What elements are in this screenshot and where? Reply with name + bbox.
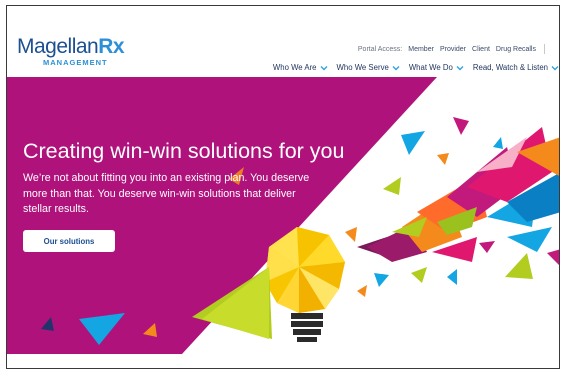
hero-banner: Creating win-win solutions for you We’re…: [7, 77, 559, 354]
chevron-down-icon: [320, 65, 328, 70]
decor-triangle: [357, 285, 367, 297]
decor-shard: [507, 227, 552, 252]
utility-nav: Portal Access: Member Provider Client Dr…: [358, 44, 545, 54]
portal-access-label: Portal Access:: [357, 45, 403, 53]
decor-triangle: [374, 273, 389, 287]
nav-item-label: Read, Watch & Listen: [472, 63, 548, 72]
nav-item-who-we-are[interactable]: Who We Are: [273, 63, 328, 72]
brand-logo[interactable]: MagellanRx MANAGEMENT: [17, 35, 125, 67]
decor-triangle: [479, 241, 495, 253]
decor-triangle: [505, 253, 533, 279]
nav-item-label: What We Do: [408, 63, 453, 72]
nav-item-label: Who We Are: [272, 63, 317, 72]
nav-item-who-we-serve[interactable]: Who We Serve: [337, 63, 400, 72]
nav-item-label: Who We Serve: [336, 63, 389, 72]
nav-item-what-we-do[interactable]: What We Do: [409, 63, 464, 72]
portal-link-member[interactable]: Member: [408, 46, 434, 53]
main-nav: Who We Are Who We Serve What We Do Read,…: [273, 63, 559, 72]
decor-triangle: [411, 267, 427, 283]
lightbulb-icon: [265, 227, 345, 342]
browser-viewport: MagellanRx MANAGEMENT Portal Access: Mem…: [6, 5, 560, 369]
hero-body-text: We’re not about fitting you into an exis…: [23, 172, 310, 215]
our-solutions-button[interactable]: Our solutions: [23, 230, 115, 252]
brand-name-magellan: Magellan: [17, 35, 99, 58]
decor-triangle: [383, 177, 401, 195]
portal-link-provider[interactable]: Provider: [440, 46, 466, 53]
brand-tagline: MANAGEMENT: [43, 58, 108, 67]
decor-triangle: [437, 153, 449, 165]
portal-link-client[interactable]: Client: [472, 46, 490, 53]
decor-triangle: [547, 249, 559, 265]
chevron-down-icon: [456, 65, 464, 70]
chevron-down-icon: [392, 65, 400, 70]
decor-triangle: [401, 131, 425, 155]
nav-item-read-watch-listen[interactable]: Read, Watch & Listen: [473, 63, 559, 72]
chevron-down-icon: [551, 65, 559, 70]
hero-headline: Creating win-win solutions for you: [23, 139, 345, 163]
utility-divider: [544, 44, 545, 54]
brand-name-rx: Rx: [98, 35, 125, 58]
decor-triangle: [447, 269, 457, 285]
decor-triangle: [453, 117, 469, 135]
decor-triangle: [493, 137, 503, 149]
drug-recalls-link[interactable]: Drug Recalls: [496, 46, 536, 53]
decor-triangle: [345, 227, 357, 242]
